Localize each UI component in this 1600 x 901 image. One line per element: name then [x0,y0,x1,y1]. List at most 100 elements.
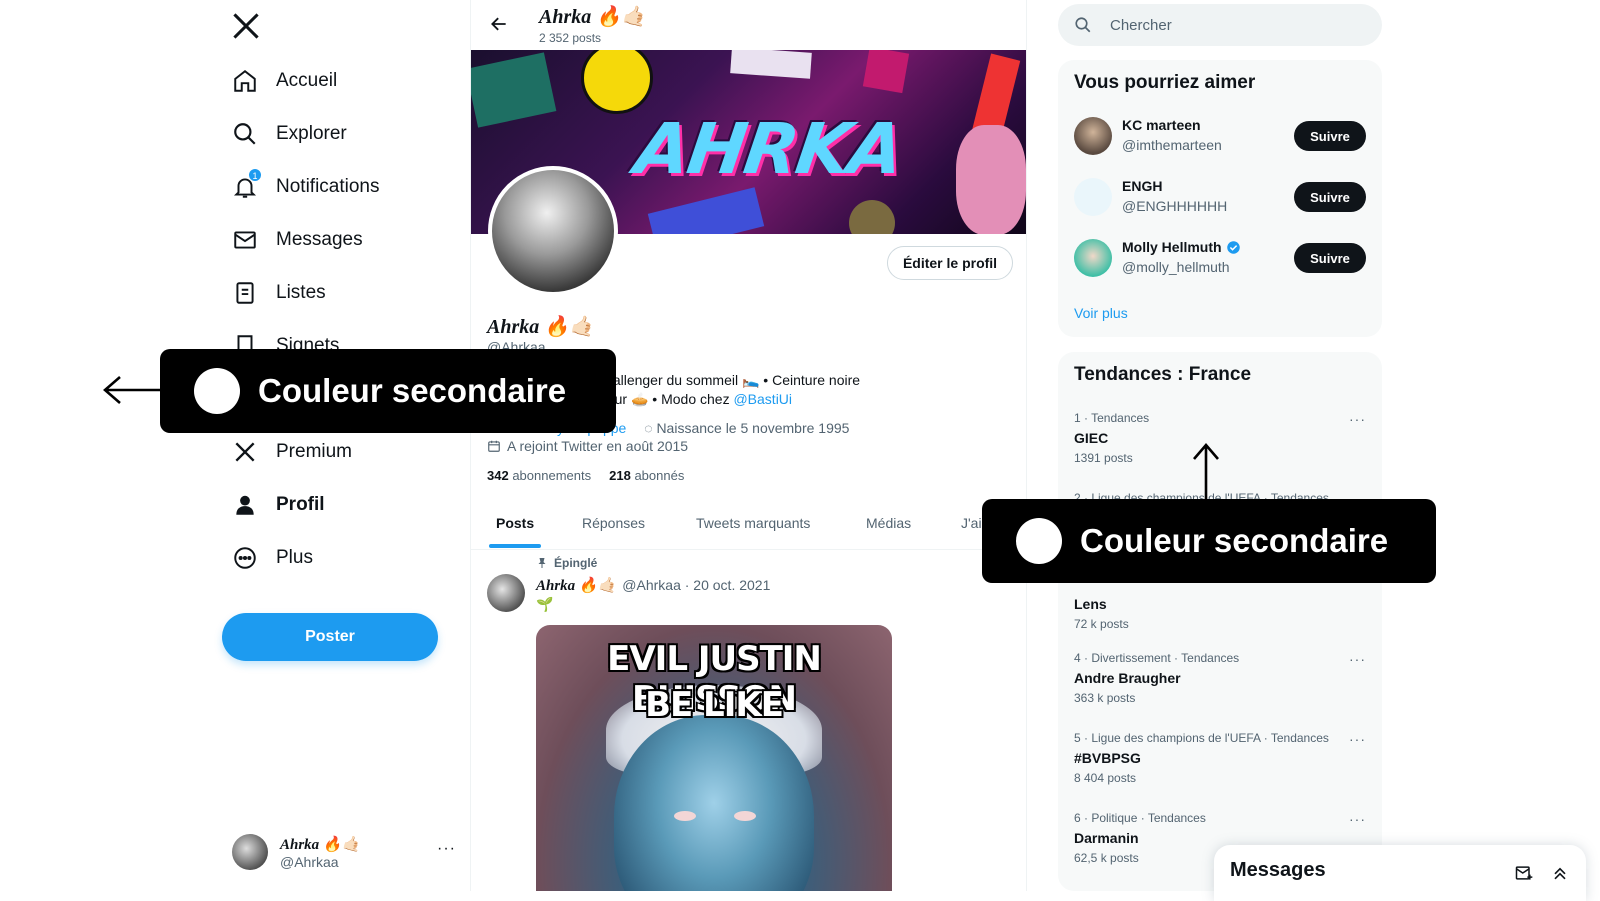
messages-drawer-title: Messages [1230,859,1326,881]
avatar [1074,178,1112,216]
trend-count: 363 k posts [1074,691,1136,705]
trend-item[interactable]: 4 · Divertissement · Tendances Andre Bra… [1074,651,1366,705]
follow-button[interactable]: Suivre [1294,182,1366,212]
smiley-sticker [581,50,653,114]
card-title: Vous pourriez aimer [1074,72,1256,93]
home-icon [232,68,258,94]
card-title: Tendances : France [1074,364,1252,385]
suggestion-handle: @imthemarteen [1122,137,1222,153]
suggestion-name: ENGH [1122,178,1163,194]
profile-column: Ahrka 🔥🤙🏻 2 352 posts AHRKA Éditer le pr… [470,0,1027,891]
search-bar[interactable]: Chercher [1058,4,1382,46]
nav-item-listes[interactable]: Listes [232,273,326,313]
follow-button[interactable]: Suivre [1294,121,1366,151]
messages-drawer[interactable]: Messages [1214,845,1586,901]
account-handle: @Ahrkaa [280,853,339,870]
avatar[interactable] [487,574,525,612]
avatar [232,834,268,870]
trend-count: 72 k posts [1074,617,1129,631]
sticker [647,187,765,234]
profile-name: Ahrka 🔥🤙🏻 [487,316,595,338]
up-arrow-icon [1193,443,1219,504]
avatar [1074,117,1112,155]
follow-stats: 342 abonnements 218 abonnés [487,468,684,483]
trend-item[interactable]: 5 · Ligue des champions de l'UEFA · Tend… [1074,731,1366,785]
x-logo-icon[interactable] [232,12,260,40]
pinned-text: Épinglé [554,556,598,570]
suggestion-handle: @ENGHHHHHH [1122,198,1228,214]
account-name: Ahrka 🔥🤙🏻 [280,836,361,853]
trend-title: Lens [1074,596,1107,612]
nav-item-explorer[interactable]: Explorer [232,114,347,154]
show-more-link[interactable]: Voir plus [1074,305,1128,321]
balloon-icon: ◌ [644,420,653,436]
trend-meta: 1 · Tendances [1074,411,1150,425]
color-swatch [194,368,240,414]
x-icon [232,439,258,465]
edit-profile-button[interactable]: Éditer le profil [887,246,1013,280]
tweet-handle-date: @Ahrkaa · 20 oct. 2021 [622,577,771,593]
nav-label: Explorer [276,123,347,144]
search-input[interactable]: Chercher [1110,17,1172,34]
trend-meta: 4 · Divertissement · Tendances [1074,651,1240,665]
suggestion-item[interactable]: ENGH @ENGHHHHHH Suivre [1074,176,1366,218]
pin-icon [536,557,548,569]
followers-link[interactable]: 218 abonnés [609,468,684,483]
new-message-icon[interactable] [1514,863,1534,883]
following-label: abonnements [512,468,592,483]
more-icon[interactable]: ··· [437,840,456,858]
meme-face [614,715,814,891]
sticker [956,125,1026,234]
tab-media[interactable]: Médias [866,515,911,531]
nav-item-profil[interactable]: Profil [232,485,325,525]
nav-item-messages[interactable]: Messages [232,220,363,260]
post-button[interactable]: Poster [222,613,438,661]
more-icon[interactable]: ··· [1349,411,1366,427]
tab-replies[interactable]: Réponses [582,515,645,531]
tweet-image[interactable]: EVIL JUSTIN BUISSON BE LIKE [536,625,892,891]
expand-chevron-icon[interactable] [1550,863,1570,883]
suggestion-name: Molly Hellmuth [1122,239,1222,255]
trends-card: Tendances : France 1 · Tendances GIEC 13… [1058,352,1382,891]
nav-label: Accueil [276,70,338,91]
more-icon[interactable]: ··· [1349,811,1366,827]
trend-title: Andre Braugher [1074,670,1181,686]
trend-title: #BVBPSG [1074,750,1141,766]
suggestion-item[interactable]: Molly Hellmuth @molly_hellmuth Suivre [1074,237,1366,279]
annotation-callout: Couleur secondaire [982,499,1436,583]
tweet-author-name[interactable]: Ahrka 🔥🤙🏻 [536,576,616,595]
nav-item-notifications[interactable]: 1 Notifications [232,167,380,207]
more-icon[interactable]: ··· [1349,731,1366,747]
annotation-callout: Couleur secondaire [160,349,616,433]
following-link[interactable]: 342 abonnements [487,468,591,483]
following-count: 342 [487,468,509,483]
avatar [1074,239,1112,277]
sticker [730,50,812,79]
trend-meta: 6 · Politique · Tendances [1074,811,1206,825]
bio-mention-link[interactable]: @BastiUi [733,391,792,407]
left-navigation: Accueil Explorer 1 Notifications Message… [0,0,470,891]
notification-badge: 1 [248,168,262,182]
nav-label: Profil [276,494,325,515]
nav-item-premium[interactable]: Premium [232,432,352,472]
profile-tabs: Posts Réponses Tweets marquants Médias J… [471,500,1026,550]
followers-label: abonnés [634,468,685,483]
profile-header-bar: Ahrka 🔥🤙🏻 2 352 posts [471,0,1026,50]
nav-item-accueil[interactable]: Accueil [232,61,337,101]
tab-posts[interactable]: Posts [496,515,534,531]
active-tab-indicator [489,544,541,548]
back-arrow-icon[interactable] [489,14,509,34]
account-switcher[interactable]: Ahrka 🔥🤙🏻 @Ahrkaa ··· [232,832,456,872]
meme-eye [734,811,756,821]
envelope-icon [232,227,258,253]
follow-button[interactable]: Suivre [1294,243,1366,273]
nav-item-plus[interactable]: Plus [232,538,313,578]
more-icon[interactable]: ··· [1349,651,1366,667]
tweet-header: Ahrka 🔥🤙🏻 @Ahrkaa · 20 oct. 2021 [536,576,770,595]
followers-count: 218 [609,468,631,483]
trend-item[interactable]: Lens 72 k posts [1074,591,1366,631]
tab-highlights[interactable]: Tweets marquants [696,515,810,531]
suggestion-item[interactable]: KC marteen @imthemarteen Suivre [1074,115,1366,157]
verified-badge-icon [1226,240,1241,255]
profile-avatar[interactable] [488,166,618,296]
